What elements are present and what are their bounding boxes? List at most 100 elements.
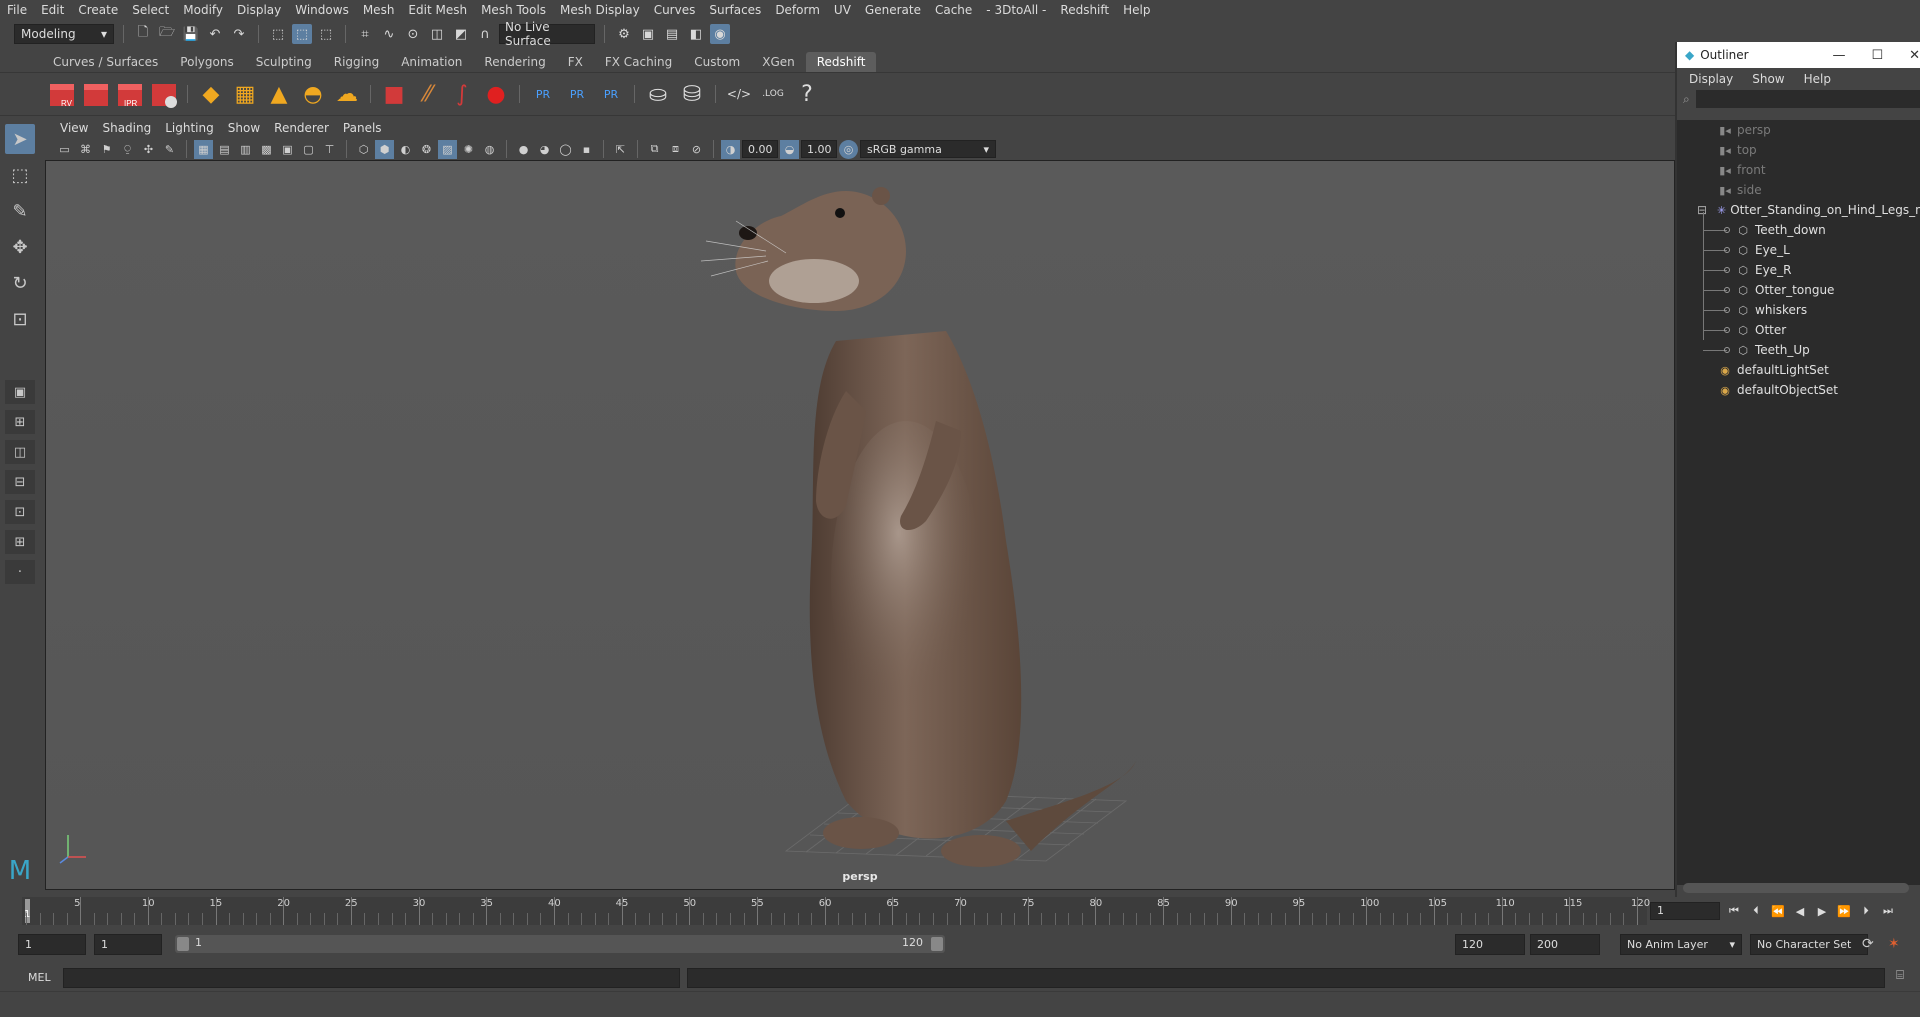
outliner-list[interactable]: ▮◂ persp ▮◂ top ▮◂ front ▮◂ side ⊟ ✳ Otter_Standin… — [1677, 120, 1920, 885]
redshift-portal-light-icon[interactable]: ▦ — [229, 76, 261, 112]
menu-curves[interactable]: Curves — [647, 0, 703, 21]
shelf-tab-rigging[interactable]: Rigging — [323, 52, 390, 72]
panel-menu-renderer[interactable]: Renderer — [267, 121, 336, 135]
outliner-item[interactable]: ⬡ whiskers — [1677, 300, 1920, 320]
visibility-dot-icon[interactable] — [1724, 307, 1730, 313]
save-scene-icon[interactable]: 💾 — [181, 24, 201, 44]
single-view-layout-icon[interactable]: ▣ — [5, 380, 35, 404]
shelf-tab-sculpting[interactable]: Sculpting — [245, 52, 323, 72]
panel-menu-shading[interactable]: Shading — [95, 121, 158, 135]
range-start-handle[interactable] — [177, 937, 189, 951]
render-frame-icon[interactable]: ▣ — [638, 24, 658, 44]
snap-view-icon[interactable]: ◫ — [427, 24, 447, 44]
close-icon[interactable]: ✕ — [1909, 48, 1920, 63]
gate-mask-icon[interactable]: ▩ — [257, 140, 276, 159]
minimize-icon[interactable]: — — [1832, 48, 1845, 63]
select-camera-icon[interactable]: ▭ — [55, 140, 74, 159]
menu-help[interactable]: Help — [1116, 0, 1157, 21]
menu-redshift[interactable]: Redshift — [1053, 0, 1116, 21]
otter-model[interactable] — [46, 161, 1675, 890]
image-plane-icon[interactable]: ⍜ — [118, 140, 137, 159]
bookmark-icon[interactable]: ⚑ — [97, 140, 116, 159]
2d-pan-zoom-icon[interactable]: ✣ — [139, 140, 158, 159]
play-backward-icon[interactable]: ◀ — [1790, 901, 1810, 921]
grease-pencil-icon[interactable]: ✎ — [160, 140, 179, 159]
redo-icon[interactable]: ↷ — [229, 24, 249, 44]
go-to-start-icon[interactable]: ⏮ — [1724, 901, 1744, 921]
menu-select[interactable]: Select — [125, 0, 176, 21]
lasso-tool-icon[interactable]: ⬚ — [5, 160, 35, 190]
isolate-select-icon[interactable]: ⇱ — [611, 140, 630, 159]
end-time-field[interactable]: 200 — [1530, 934, 1600, 955]
redshift-dome-light-icon[interactable]: ◓ — [297, 76, 329, 112]
menu-mesh-display[interactable]: Mesh Display — [553, 0, 647, 21]
playback-end-field[interactable]: 120 — [1455, 934, 1525, 955]
field-chart-icon[interactable]: ▣ — [278, 140, 297, 159]
paint-select-tool-icon[interactable]: ✎ — [5, 196, 35, 226]
rotate-tool-icon[interactable]: ↻ — [5, 268, 35, 298]
wireframe-icon[interactable]: ⬡ — [354, 140, 373, 159]
auto-key-icon[interactable]: ⟳ — [1862, 936, 1874, 952]
scale-tool-icon[interactable]: ⊡ — [5, 304, 35, 334]
visibility-dot-icon[interactable] — [1724, 287, 1730, 293]
use-lights-icon[interactable]: ✺ — [459, 140, 478, 159]
side-by-side-layout-icon[interactable]: ◫ — [5, 440, 35, 464]
playback-start-field[interactable]: 1 — [94, 934, 162, 955]
exposure-icon[interactable]: ◑ — [721, 139, 740, 159]
select-object-icon[interactable]: ⬚ — [292, 24, 312, 44]
range-end-handle[interactable] — [931, 937, 943, 951]
snap-point-icon[interactable]: ⊙ — [403, 24, 423, 44]
layout-more-icon[interactable]: · — [5, 560, 35, 584]
textured-icon[interactable]: ▨ — [438, 139, 457, 159]
current-frame-field[interactable]: 1 — [1650, 902, 1720, 920]
depth-of-field-icon[interactable]: ▪ — [577, 140, 596, 159]
outliner-menu-display[interactable]: Display — [1689, 72, 1740, 86]
xray-joints-icon[interactable]: ⊘ — [687, 140, 706, 159]
viewport-persp[interactable]: persp — [45, 160, 1675, 890]
snap-grid-icon[interactable]: ⌗ — [355, 24, 375, 44]
select-hierarchy-icon[interactable]: ⬚ — [268, 24, 288, 44]
menu-uv[interactable]: UV — [827, 0, 858, 21]
new-scene-icon[interactable]: 🗋 — [133, 24, 153, 44]
redshift-pr-export-icon[interactable]: PR — [561, 76, 593, 112]
redshift-rect-light-icon[interactable]: ◆ — [195, 76, 227, 112]
render-view-icon[interactable]: ◧ — [686, 24, 706, 44]
color-space-dropdown[interactable]: sRGB gamma ▾ — [860, 140, 996, 158]
menu-3dtoall[interactable]: - 3DtoAll - — [979, 0, 1053, 21]
animation-prefs-icon[interactable]: ✶ — [1888, 936, 1900, 952]
snap-magnet-icon[interactable]: ∩ — [475, 24, 495, 44]
horizontal-scrollbar[interactable] — [1683, 883, 1909, 893]
xray-active-icon[interactable]: ⧈ — [666, 140, 685, 159]
visibility-dot-icon[interactable] — [1724, 267, 1730, 273]
redshift-log-icon[interactable]: .LOG — [757, 76, 789, 112]
shadows-icon[interactable]: ◍ — [480, 140, 499, 159]
shelf-tab-rendering[interactable]: Rendering — [473, 52, 556, 72]
step-back-key-icon[interactable]: ⏴ — [1746, 901, 1766, 921]
outliner-item[interactable]: ⬡ Teeth_Up — [1677, 340, 1920, 360]
menu-modify[interactable]: Modify — [176, 0, 230, 21]
outliner-item[interactable]: ▮◂ top — [1677, 140, 1920, 160]
grid-icon[interactable]: ▦ — [194, 139, 213, 159]
outliner-item[interactable]: ◉ defaultObjectSet — [1677, 380, 1920, 400]
visibility-dot-icon[interactable] — [1724, 227, 1730, 233]
camera-attributes-icon[interactable]: ⌘ — [76, 140, 95, 159]
redshift-render-icon[interactable] — [80, 76, 112, 112]
outliner-item[interactable]: ▮◂ persp — [1677, 120, 1920, 140]
command-input[interactable] — [63, 968, 680, 988]
redshift-bake-set-icon[interactable]: ⛁ — [676, 76, 708, 112]
character-set-dropdown[interactable]: No Character Set — [1750, 934, 1868, 955]
shelf-tab-polygons[interactable]: Polygons — [169, 52, 244, 72]
redshift-sun-sky-icon[interactable]: ☁ — [331, 76, 363, 112]
outliner-menu-show[interactable]: Show — [1752, 72, 1791, 86]
anim-layer-dropdown[interactable]: No Anim Layer ▾ — [1620, 934, 1742, 955]
range-bar[interactable]: 1 120 — [175, 935, 945, 953]
redshift-script-icon[interactable]: </> — [723, 76, 755, 112]
ipr-render-icon[interactable]: ▤ — [662, 24, 682, 44]
select-component-icon[interactable]: ⬚ — [316, 24, 336, 44]
color-management-icon[interactable]: ◎ — [839, 139, 858, 159]
undo-icon[interactable]: ↶ — [205, 24, 225, 44]
safe-title-icon[interactable]: ⊤ — [320, 140, 339, 159]
visibility-dot-icon[interactable] — [1724, 327, 1730, 333]
menu-deform[interactable]: Deform — [768, 0, 827, 21]
search-input[interactable] — [1695, 90, 1920, 108]
